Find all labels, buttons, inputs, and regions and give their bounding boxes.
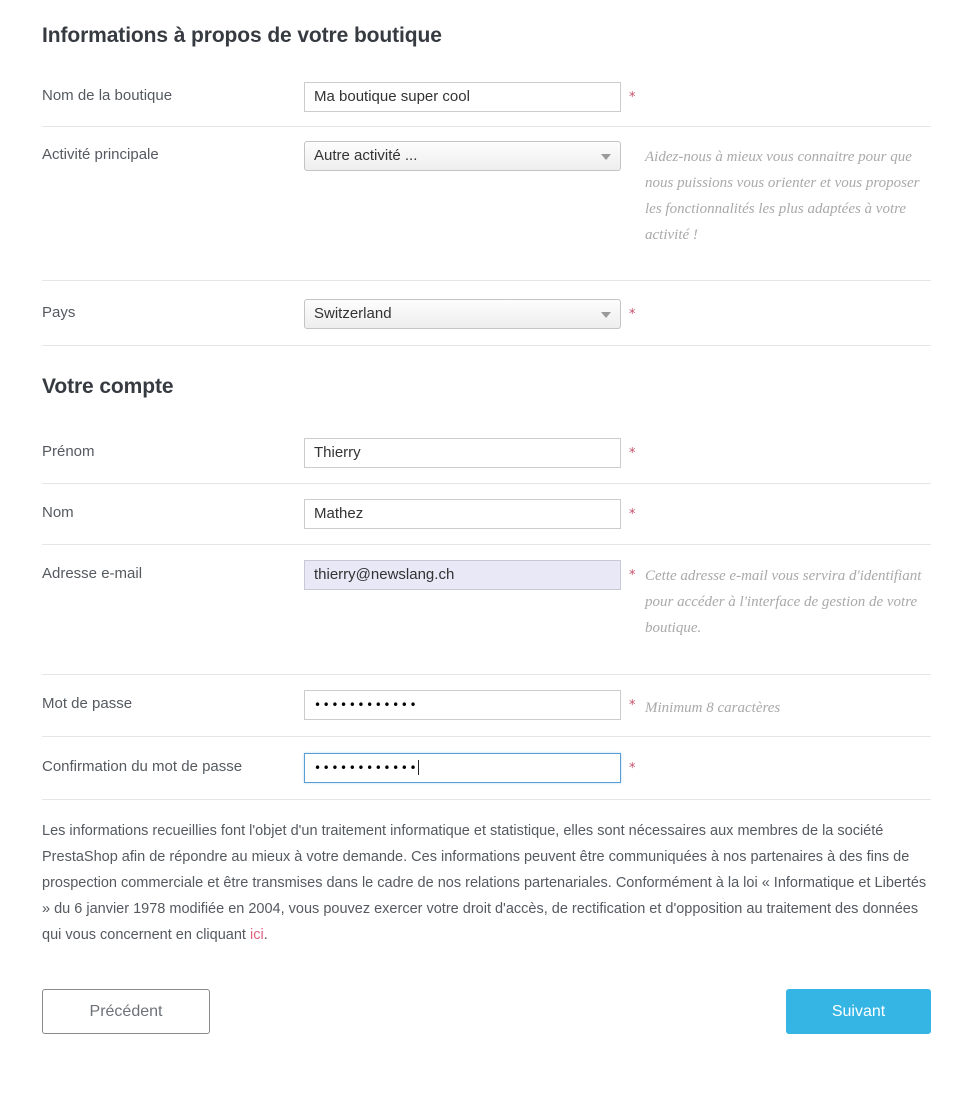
required-star-firstname: * [629, 446, 636, 461]
legal-link-ici[interactable]: ici [250, 927, 264, 943]
control-firstname: Thierry * [304, 438, 636, 468]
activity-select[interactable]: Autre activité ... [304, 141, 621, 171]
control-shop-name: Ma boutique super cool * [304, 82, 636, 112]
label-lastname: Nom [42, 504, 74, 521]
label-email: Adresse e-mail [42, 565, 143, 582]
shop-name-input[interactable]: Ma boutique super cool [304, 82, 621, 112]
required-star-lastname: * [629, 507, 636, 522]
form-row-email: Adresse e-mail thierry@newslang.ch * Cet… [36, 545, 937, 674]
password-masked-value: •••••••••••• [314, 698, 419, 712]
label-shop-name: Nom de la boutique [42, 87, 173, 104]
help-email: Cette adresse e-mail vous servira d'iden… [645, 568, 922, 636]
email-input[interactable]: thierry@newslang.ch [304, 560, 621, 590]
required-star-email: * [629, 568, 636, 583]
country-select-value: Switzerland [314, 305, 392, 322]
form-row-password-confirm: Confirmation du mot de passe •••••••••••… [36, 737, 937, 799]
form-row-country: Pays Switzerland * [36, 281, 937, 345]
legal-notice: Les informations recueillies font l'obje… [36, 800, 937, 948]
control-lastname: Mathez * [304, 499, 636, 529]
chevron-down-icon [601, 154, 611, 160]
password-confirm-masked-value: •••••••••••• [314, 761, 419, 775]
form-row-activity: Activité principale Autre activité ... A… [36, 127, 937, 280]
form-row-firstname: Prénom Thierry * [36, 399, 937, 483]
lastname-input[interactable]: Mathez [304, 499, 621, 529]
store-setup-form: Informations à propos de votre boutique … [0, 0, 973, 1094]
label-activity: Activité principale [42, 146, 159, 163]
legal-text-end: . [263, 927, 268, 943]
required-star-shop-name: * [629, 90, 636, 105]
form-row-password: Mot de passe •••••••••••• * Minimum 8 ca… [36, 675, 937, 736]
shop-info-section-title: Informations à propos de votre boutique [42, 24, 442, 47]
form-row-shop-name: Nom de la boutique Ma boutique super coo… [36, 48, 937, 126]
activity-select-value: Autre activité ... [314, 147, 418, 164]
form-row-lastname: Nom Mathez * [36, 484, 937, 544]
control-email: thierry@newslang.ch * [304, 560, 636, 590]
label-firstname: Prénom [42, 443, 95, 460]
previous-button[interactable]: Précédent [42, 989, 210, 1034]
control-activity: Autre activité ... [304, 141, 621, 171]
form-footer: Précédent Suivant [36, 948, 937, 1034]
firstname-input[interactable]: Thierry [304, 438, 621, 468]
required-star-country: * [629, 307, 636, 322]
control-password-confirm: •••••••••••• * [304, 753, 636, 783]
required-star-password-confirm: * [629, 761, 636, 776]
help-password: Minimum 8 caractères [645, 700, 781, 716]
label-country: Pays [42, 304, 76, 321]
country-select[interactable]: Switzerland [304, 299, 621, 329]
help-activity: Aidez-nous à mieux vous connaitre pour q… [645, 149, 920, 243]
password-confirm-input[interactable]: •••••••••••• [304, 753, 621, 783]
label-password: Mot de passe [42, 695, 133, 712]
legal-text: Les informations recueillies font l'obje… [42, 823, 927, 943]
text-cursor [418, 760, 420, 775]
required-star-password: * [629, 698, 636, 713]
control-password: •••••••••••• * [304, 690, 636, 720]
password-input[interactable]: •••••••••••• [304, 690, 621, 720]
chevron-down-icon [601, 312, 611, 318]
label-password-confirm: Confirmation du mot de passe [42, 758, 243, 775]
next-button[interactable]: Suivant [786, 989, 931, 1034]
control-country: Switzerland * [304, 299, 636, 329]
account-section-title: Votre compte [42, 375, 174, 398]
